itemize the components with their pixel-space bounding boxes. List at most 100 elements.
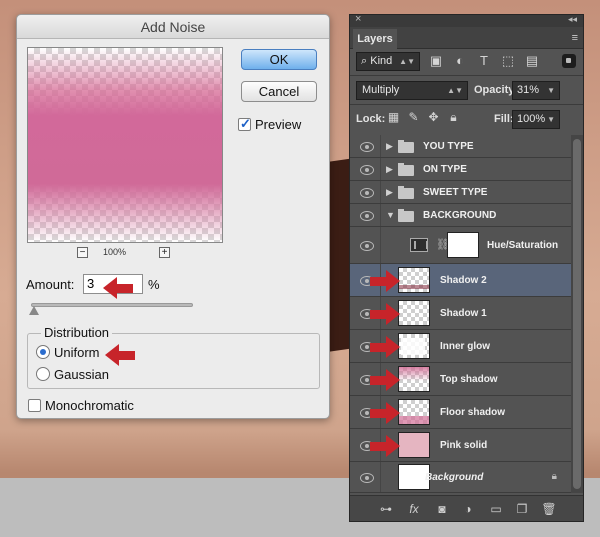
tab-layers[interactable]: Layers (353, 29, 397, 49)
amount-unit: % (148, 277, 160, 292)
dialog-title: Add Noise (17, 15, 329, 39)
amount-slider-thumb[interactable] (29, 306, 39, 315)
layers-list: ▶ YOU TYPE ▶ ON TYPE ▶ SWEET TYPE ▼ BACK… (350, 135, 571, 493)
fx-icon[interactable]: fx (406, 501, 422, 517)
layer-name: Pink solid (440, 440, 488, 451)
shape-icon[interactable]: ⬚ (500, 53, 516, 69)
amount-slider[interactable] (31, 303, 193, 307)
adjustment-layer-icon[interactable]: ◑ (460, 501, 476, 517)
folder-icon (398, 186, 414, 199)
chevron-right-icon[interactable]: ▶ (386, 187, 393, 198)
adjustment-icon[interactable]: ◐ (452, 53, 468, 69)
red-arrow-icon (370, 369, 400, 391)
adjustment-layer-icon (410, 238, 428, 252)
eye-icon[interactable] (360, 165, 374, 175)
link-icon[interactable]: ⊶ (378, 501, 394, 517)
lock-all-icon[interactable]: 🔒︎ (446, 110, 461, 125)
zoom-in-button[interactable]: + (159, 247, 170, 258)
layers-scrollbar[interactable] (571, 135, 583, 493)
chevron-down-icon[interactable]: ▼ (386, 210, 395, 220)
preview-checkbox[interactable] (238, 116, 251, 132)
layer-name: YOU TYPE (423, 141, 474, 152)
layer-row-shadow-1[interactable]: Shadow 1 (350, 297, 571, 330)
preview-zoom: − 100% + (77, 247, 177, 261)
distribution-label: Distribution (41, 325, 113, 340)
eye-icon[interactable] (360, 142, 374, 152)
layer-row-sweet-type[interactable]: ▶ SWEET TYPE (350, 181, 571, 204)
mask-thumbnail[interactable] (447, 232, 479, 258)
fill-input[interactable]: 100% ▼ (512, 110, 560, 129)
noise-preview[interactable] (27, 47, 223, 243)
layer-row-on-type[interactable]: ▶ ON TYPE (350, 158, 571, 181)
trash-icon[interactable]: 🗑︎ (541, 501, 557, 517)
collapse-icon[interactable]: ◂◂ (568, 14, 577, 25)
fill-value: 100% (517, 113, 546, 125)
layer-row-floor-shadow[interactable]: Floor shadow (350, 396, 571, 429)
blend-mode-select[interactable]: Multiply ▲▼ (356, 81, 468, 100)
filter-kind-select[interactable]: ⌕ Kind ▲▼ (356, 52, 420, 71)
blend-mode-value: Multiply (362, 84, 400, 96)
add-noise-dialog: Add Noise − 100% + OK Cancel Preview Amo… (16, 14, 330, 419)
folder-icon (398, 163, 414, 176)
layer-row-inner-glow[interactable]: Inner glow (350, 330, 571, 363)
preview-label: Preview (255, 117, 302, 132)
layer-thumbnail (398, 267, 430, 293)
chevron-down-icon[interactable]: ▼ (547, 82, 555, 99)
layer-row-shadow-2[interactable]: Shadow 2 (350, 264, 571, 297)
panel-title-bar: × ◂◂ (350, 13, 583, 27)
red-arrow-icon (370, 435, 400, 457)
monochromatic-label: Monochromatic (45, 398, 134, 413)
eye-icon[interactable] (360, 241, 374, 251)
layer-row-hue-saturation[interactable]: ⛓ Hue/Saturation (350, 227, 571, 264)
layer-name: Hue/Saturation (487, 240, 559, 251)
layer-thumbnail (398, 432, 430, 458)
eye-icon[interactable] (360, 188, 374, 198)
gaussian-radio[interactable] (36, 367, 50, 381)
mask-icon[interactable]: ◙ (434, 501, 450, 517)
image-icon[interactable]: ▣ (428, 53, 444, 69)
gaussian-label: Gaussian (54, 367, 109, 382)
layer-row-top-shadow[interactable]: Top shadow (350, 363, 571, 396)
layer-thumbnail (398, 366, 430, 392)
layer-row-background-group[interactable]: ▼ BACKGROUND (350, 204, 571, 227)
panel-tab-bar: Layers ≡ (350, 27, 583, 49)
close-icon[interactable]: × (355, 13, 361, 25)
chevron-right-icon[interactable]: ▶ (386, 141, 393, 152)
type-icon[interactable]: T (476, 53, 492, 69)
scrollbar-thumb[interactable] (573, 139, 581, 489)
filter-kind-value: Kind (370, 55, 393, 67)
layer-name: SWEET TYPE (423, 187, 488, 198)
layer-name: Inner glow (440, 341, 490, 352)
chevron-down-icon[interactable]: ▼ (547, 111, 555, 128)
lock-position-icon[interactable]: ✥ (426, 110, 441, 125)
opacity-input[interactable]: 31% ▼ (512, 81, 560, 100)
layer-name: BACKGROUND (423, 210, 497, 221)
layer-row-background[interactable]: Background 🔒︎ (350, 462, 571, 493)
lock-transparent-icon[interactable]: ▦ (386, 110, 401, 125)
new-layer-icon[interactable]: ❐ (514, 501, 530, 517)
layer-name: Shadow 2 (440, 275, 487, 286)
lock-icon: 🔒︎ (551, 471, 557, 482)
chevron-right-icon[interactable]: ▶ (386, 164, 393, 175)
red-arrow-icon (370, 402, 400, 424)
layer-row-pink-solid[interactable]: Pink solid (350, 429, 571, 462)
smart-object-icon[interactable]: ▤ (524, 53, 540, 69)
new-group-icon[interactable]: ▭ (488, 501, 504, 517)
cancel-button[interactable]: Cancel (241, 81, 317, 102)
uniform-radio[interactable] (36, 345, 50, 359)
red-arrow-icon (105, 344, 135, 366)
layer-thumbnail (398, 300, 430, 326)
layer-thumbnail (398, 333, 430, 359)
eye-icon[interactable] (360, 473, 374, 483)
layer-row-you-type[interactable]: ▶ YOU TYPE (350, 135, 571, 158)
ok-button[interactable]: OK (241, 49, 317, 70)
panel-menu-icon[interactable]: ≡ (572, 32, 578, 44)
layer-thumbnail (398, 399, 430, 425)
monochromatic-checkbox[interactable] (28, 399, 41, 412)
zoom-out-button[interactable]: − (77, 247, 88, 258)
lock-image-icon[interactable]: ✎ (406, 110, 421, 125)
filter-toggle-icon[interactable] (562, 54, 576, 68)
eye-icon[interactable] (360, 211, 374, 221)
layer-name: Floor shadow (440, 407, 505, 418)
red-arrow-icon (370, 270, 400, 292)
